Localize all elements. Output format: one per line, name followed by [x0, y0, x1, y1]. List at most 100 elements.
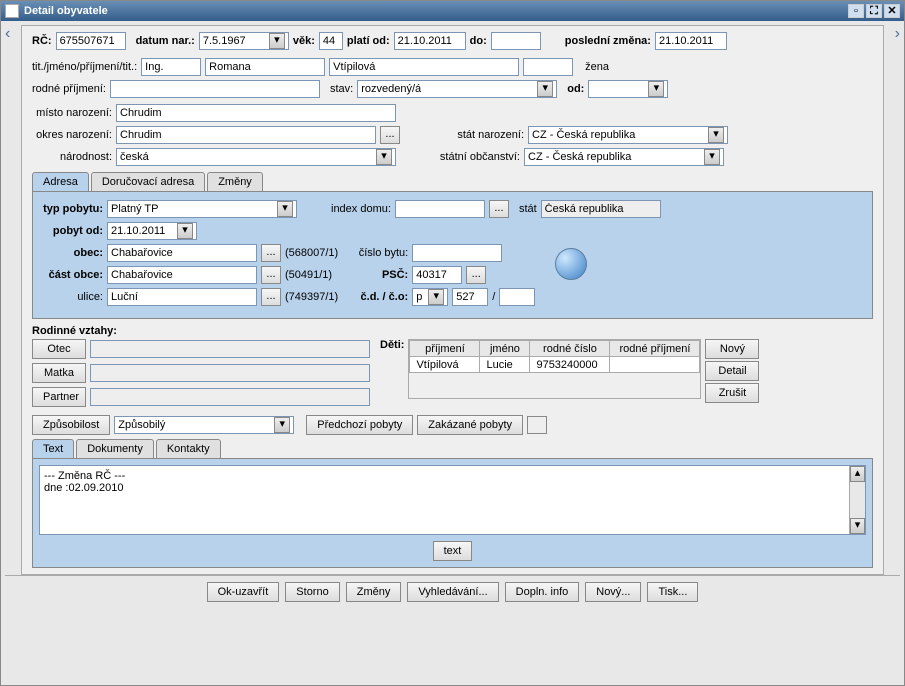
- chevron-down-icon[interactable]: ▾: [177, 223, 193, 239]
- co-input[interactable]: [499, 288, 535, 306]
- dob-combo[interactable]: 7.5.1967▾: [199, 32, 289, 50]
- otec-field: [90, 340, 370, 358]
- chevron-down-icon[interactable]: ▾: [428, 289, 444, 305]
- first-name-input[interactable]: [205, 58, 325, 76]
- otec-button[interactable]: Otec: [32, 339, 86, 359]
- cislo-bytu-input[interactable]: [412, 244, 502, 262]
- to-label: do:: [470, 35, 487, 47]
- nationality-combo[interactable]: česká▾: [116, 148, 396, 166]
- obec-label: obec:: [41, 247, 103, 259]
- tab-adresa[interactable]: Adresa: [32, 172, 89, 191]
- chevron-down-icon[interactable]: ▾: [269, 33, 285, 49]
- tab-zmeny[interactable]: Změny: [207, 172, 263, 191]
- novy-button[interactable]: Nový...: [585, 582, 641, 602]
- birth-district-lookup[interactable]: ...: [380, 126, 400, 144]
- rc-label: RČ:: [32, 35, 52, 47]
- table-row[interactable]: Vtípilová Lucie 9753240000: [410, 357, 700, 373]
- cast-obce-input[interactable]: [107, 266, 257, 284]
- pobyt-od-combo[interactable]: 21.10.2011▾: [107, 222, 197, 240]
- close-button[interactable]: ✕: [884, 4, 900, 18]
- tab-dorucovaci[interactable]: Doručovací adresa: [91, 172, 205, 191]
- zpusobilost-combo[interactable]: Způsobilý▾: [114, 416, 294, 434]
- age-label: věk:: [293, 35, 315, 47]
- age-input[interactable]: [319, 32, 343, 50]
- state-label: stav:: [330, 83, 353, 95]
- tab-kontakty[interactable]: Kontakty: [156, 439, 221, 458]
- rc-input[interactable]: [56, 32, 126, 50]
- zrusit-child-button[interactable]: Zrušit: [705, 383, 759, 403]
- dob-label: datum nar.:: [136, 35, 195, 47]
- index-domu-input[interactable]: [395, 200, 485, 218]
- predchozi-pobyty-button[interactable]: Předchozí pobyty: [306, 415, 413, 435]
- typ-pobytu-label: typ pobytu:: [41, 203, 103, 215]
- ulice-input[interactable]: [107, 288, 257, 306]
- cislo-bytu-label: číslo bytu:: [348, 247, 408, 259]
- storno-button[interactable]: Storno: [285, 582, 339, 602]
- psc-lookup[interactable]: ...: [466, 266, 486, 284]
- scroll-down-icon[interactable]: ▾: [850, 518, 865, 534]
- cd-input[interactable]: [452, 288, 488, 306]
- chevron-down-icon[interactable]: ▾: [537, 81, 553, 97]
- obec-input[interactable]: [107, 244, 257, 262]
- ok-close-button[interactable]: Ok-uzavřít: [207, 582, 280, 602]
- valid-from-label: platí od:: [347, 35, 390, 47]
- text-button[interactable]: text: [433, 541, 473, 561]
- birthplace-input[interactable]: [116, 104, 396, 122]
- children-table[interactable]: příjmení jméno rodné číslo rodné příjmen…: [409, 340, 700, 373]
- footer-buttons: Ok-uzavřít Storno Změny Vyhledávání... D…: [5, 575, 900, 608]
- dopln-info-button[interactable]: Dopln. info: [505, 582, 580, 602]
- text-area[interactable]: --- Změna RČ --- dne :02.09.2010 ▴ ▾: [39, 465, 866, 535]
- surname-input[interactable]: [329, 58, 519, 76]
- vyhledavani-button[interactable]: Vyhledávání...: [407, 582, 498, 602]
- valid-from-input[interactable]: [394, 32, 466, 50]
- psc-input[interactable]: [412, 266, 462, 284]
- zpusobilost-button[interactable]: Způsobilost: [32, 415, 110, 435]
- typ-pobytu-combo[interactable]: Platný TP▾: [107, 200, 297, 218]
- maiden-input[interactable]: [110, 80, 320, 98]
- to-input[interactable]: [491, 32, 541, 50]
- birth-country-label: stát narození:: [424, 129, 524, 141]
- col-prijmeni: příjmení: [410, 341, 480, 357]
- name-label: tit./jméno/příjmení/tit.:: [32, 61, 137, 73]
- obec-lookup[interactable]: ...: [261, 244, 281, 262]
- birth-country-combo[interactable]: CZ - Česká republika▾: [528, 126, 728, 144]
- zmeny-button[interactable]: Změny: [346, 582, 402, 602]
- birth-district-input[interactable]: [116, 126, 376, 144]
- ulice-code: (749397/1): [285, 291, 338, 303]
- col-rodne-prijmeni: rodné příjmení: [610, 341, 700, 357]
- tisk-button[interactable]: Tisk...: [647, 582, 698, 602]
- index-lookup[interactable]: ...: [489, 200, 509, 218]
- psc-label: PSČ:: [348, 269, 408, 281]
- detail-child-button[interactable]: Detail: [705, 361, 759, 381]
- minimize-button[interactable]: ▫: [848, 4, 864, 18]
- tab-text[interactable]: Text: [32, 439, 74, 458]
- partner-button[interactable]: Partner: [32, 387, 86, 407]
- globe-icon[interactable]: [555, 248, 587, 280]
- chevron-down-icon[interactable]: ▾: [704, 149, 720, 165]
- citizenship-label: státní občanství:: [420, 151, 520, 163]
- matka-button[interactable]: Matka: [32, 363, 86, 383]
- zakazane-pobyty-button[interactable]: Zakázané pobyty: [417, 415, 523, 435]
- ulice-lookup[interactable]: ...: [261, 288, 281, 306]
- scroll-up-icon[interactable]: ▴: [850, 466, 865, 482]
- chevron-down-icon[interactable]: ▾: [708, 127, 724, 143]
- chevron-down-icon[interactable]: ▾: [376, 149, 392, 165]
- maximize-button[interactable]: ⛶: [866, 4, 882, 18]
- chevron-down-icon[interactable]: ▾: [274, 417, 290, 433]
- cast-lookup[interactable]: ...: [261, 266, 281, 284]
- next-record-arrow[interactable]: ›: [884, 25, 900, 43]
- novy-child-button[interactable]: Nový: [705, 339, 759, 359]
- title-after-input[interactable]: [523, 58, 573, 76]
- chevron-down-icon[interactable]: ▾: [648, 81, 664, 97]
- marital-state-combo[interactable]: rozvedený/á▾: [357, 80, 557, 98]
- prev-record-arrow[interactable]: ‹: [5, 25, 21, 43]
- cd-type-combo[interactable]: p▾: [412, 288, 448, 306]
- citizenship-combo[interactable]: CZ - Česká republika▾: [524, 148, 724, 166]
- title-before-input[interactable]: [141, 58, 201, 76]
- last-change-input[interactable]: [655, 32, 727, 50]
- tab-dokumenty[interactable]: Dokumenty: [76, 439, 154, 458]
- extra-button[interactable]: [527, 416, 547, 434]
- state-from-combo[interactable]: ▾: [588, 80, 668, 98]
- chevron-down-icon[interactable]: ▾: [277, 201, 293, 217]
- scrollbar[interactable]: ▴ ▾: [849, 466, 865, 534]
